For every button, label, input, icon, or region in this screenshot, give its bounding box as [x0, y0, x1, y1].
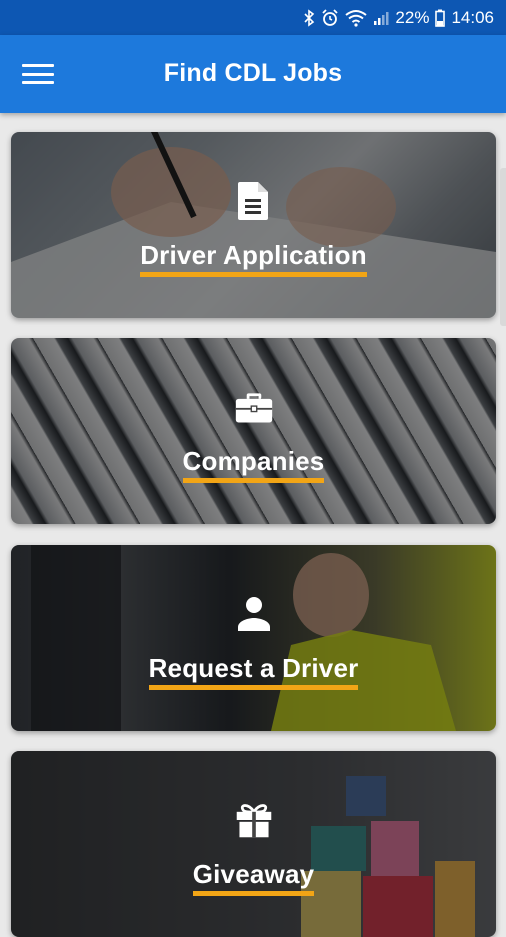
request-driver-card[interactable]: Request a Driver [11, 545, 496, 731]
battery-percent: 22% [395, 7, 430, 27]
app-bar: Find CDL Jobs [0, 35, 506, 113]
battery-icon [435, 9, 446, 27]
signal-icon [373, 10, 389, 26]
card-label: Giveaway [192, 859, 315, 896]
card-label: Companies [182, 446, 325, 483]
card-label: Driver Application [140, 240, 367, 277]
companies-card[interactable]: Companies [11, 338, 496, 524]
person-icon [237, 596, 270, 631]
clock-time: 14:06 [451, 7, 494, 27]
bluetooth-icon [303, 8, 315, 27]
document-icon [237, 181, 268, 220]
briefcase-icon [235, 392, 272, 422]
wifi-icon [345, 9, 368, 27]
scrollbar[interactable] [500, 168, 506, 326]
gift-icon [236, 803, 271, 837]
driver-application-card[interactable]: Driver Application [11, 132, 496, 318]
card-label: Request a Driver [148, 653, 359, 690]
status-bar: 22% 14:06 [0, 0, 506, 35]
giveaway-card[interactable]: Giveaway [11, 751, 496, 937]
alarm-icon [321, 8, 339, 27]
page-title: Find CDL Jobs [163, 59, 343, 87]
